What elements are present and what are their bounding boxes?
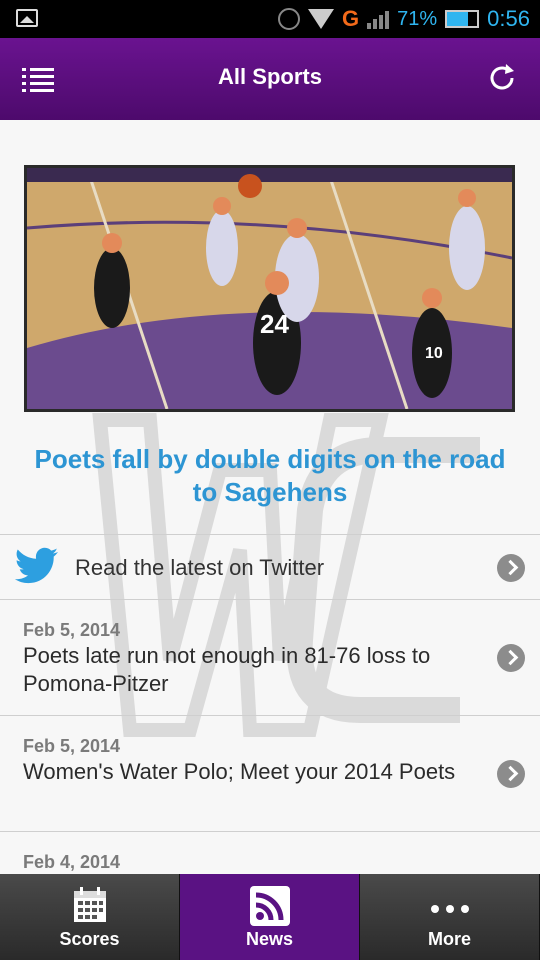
chevron-right-icon <box>497 760 525 788</box>
more-icon <box>430 905 469 913</box>
tab-news[interactable]: News <box>180 874 360 960</box>
wifi-icon <box>308 9 335 29</box>
news-title: Women's Water Polo; Meet your 2014 Poets <box>23 759 456 784</box>
news-title: Poets late run not enough in 81-76 loss … <box>23 643 431 696</box>
calendar-icon <box>73 887 106 922</box>
page-title: All Sports <box>218 64 322 89</box>
battery-percent: 71% <box>397 7 438 30</box>
tab-label: News <box>245 929 294 949</box>
news-item[interactable]: Feb 4, 2014 <box>0 832 540 874</box>
news-date: Feb 5, 2014 <box>23 736 121 756</box>
tab-label: More <box>427 929 471 949</box>
app-header: All Sports <box>0 38 540 120</box>
featured-headline[interactable]: Poets fall by double digits on the road … <box>20 443 520 509</box>
rss-icon <box>249 886 290 926</box>
refresh-button[interactable] <box>486 62 518 94</box>
jersey-number: 10 <box>425 345 443 362</box>
tab-label: Scores <box>59 929 120 949</box>
battery-icon <box>445 10 480 28</box>
signal-icon <box>367 9 390 29</box>
tab-more[interactable]: More <box>360 874 540 960</box>
tab-scores[interactable]: Scores <box>0 874 180 960</box>
news-feed[interactable]: 24 10 Poets fall by double digits on the… <box>0 120 540 874</box>
basketball-photo-illustration: 24 10 <box>27 168 512 409</box>
twitter-row[interactable]: Read the latest on Twitter <box>0 534 540 600</box>
status-bar: G 71% 0:56 <box>0 0 540 38</box>
jersey-number: 24 <box>260 309 289 339</box>
twitter-bird-icon <box>14 547 58 584</box>
news-item[interactable]: Feb 5, 2014 Women's Water Polo; Meet you… <box>0 716 540 832</box>
news-date: Feb 5, 2014 <box>23 620 121 640</box>
twitter-label: Read the latest on Twitter <box>75 555 325 580</box>
hero-photo[interactable]: 24 10 <box>24 165 515 412</box>
alarm-icon <box>278 8 301 30</box>
news-date: Feb 4, 2014 <box>23 852 121 872</box>
news-item[interactable]: Feb 5, 2014 Poets late run not enough in… <box>0 600 540 716</box>
gallery-notification-icon <box>16 9 38 27</box>
network-type: G <box>342 6 360 31</box>
clock: 0:56 <box>487 6 530 31</box>
bottom-tab-bar: Scores News More <box>0 874 540 960</box>
chevron-right-icon <box>497 554 525 582</box>
chevron-right-icon <box>497 644 525 672</box>
